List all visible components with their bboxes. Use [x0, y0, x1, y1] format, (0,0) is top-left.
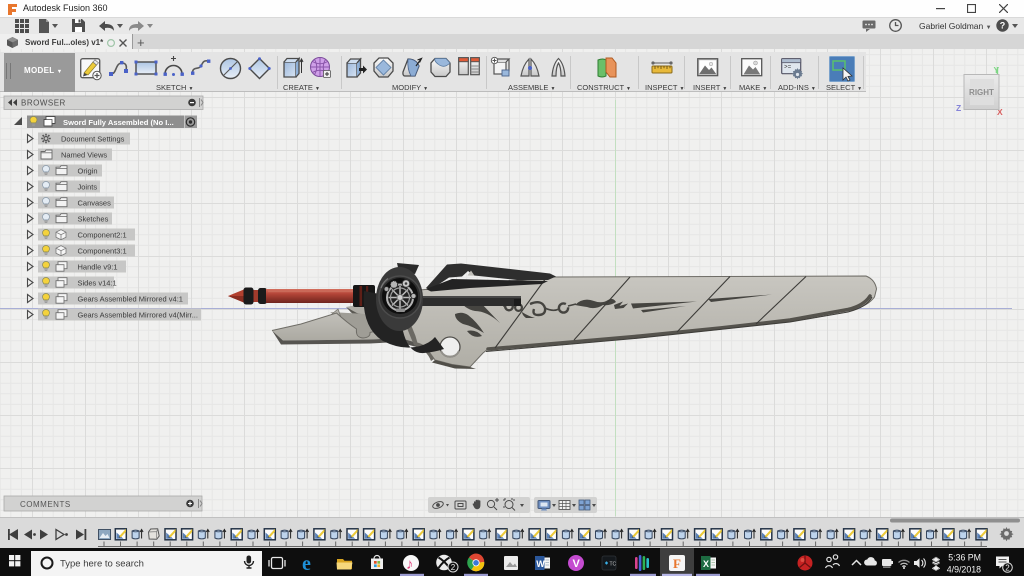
svg-text:5:36 PM: 5:36 PM — [948, 553, 981, 563]
svg-text:BROWSER: BROWSER — [21, 99, 66, 108]
svg-text:2: 2 — [451, 563, 456, 572]
svg-text:Joints: Joints — [78, 183, 98, 192]
svg-text:Handle v9:1: Handle v9:1 — [78, 263, 118, 272]
svg-text:Sides v14:1: Sides v14:1 — [78, 279, 117, 288]
svg-text:Document Settings: Document Settings — [61, 135, 125, 144]
svg-text:Type here to search: Type here to search — [60, 559, 144, 570]
svg-text:2: 2 — [1005, 564, 1010, 573]
svg-text:TC: TC — [610, 562, 617, 568]
svg-text:e: e — [302, 553, 311, 575]
svg-text:Gears Assembled Mirrored v4:1: Gears Assembled Mirrored v4:1 — [78, 295, 183, 304]
svg-text:Component2:1: Component2:1 — [78, 231, 127, 240]
svg-text:Origin: Origin — [78, 167, 98, 176]
svg-text:Sketches: Sketches — [78, 215, 109, 224]
svg-text:?: ? — [1000, 21, 1006, 31]
svg-text:X: X — [703, 559, 709, 569]
svg-text:Component3:1: Component3:1 — [78, 247, 127, 256]
svg-text:Y: Y — [994, 65, 1000, 75]
svg-text:V: V — [573, 558, 581, 570]
svg-text:>=: >= — [784, 64, 792, 71]
svg-text:F: F — [673, 556, 681, 571]
svg-text:RIGHT: RIGHT — [969, 88, 994, 97]
svg-text:W: W — [536, 559, 545, 569]
svg-text:4/9/2018: 4/9/2018 — [947, 565, 981, 575]
svg-text:Z: Z — [956, 103, 961, 113]
svg-text:Canvases: Canvases — [78, 199, 112, 208]
svg-text:Sword Fully Assembled (No I...: Sword Fully Assembled (No I... — [63, 118, 174, 127]
svg-text:Gears Assembled Mirrored v4(Mi: Gears Assembled Mirrored v4(Mirr... — [78, 311, 198, 320]
svg-text:♪: ♪ — [406, 556, 414, 573]
svg-text:COMMENTS: COMMENTS — [20, 500, 71, 509]
svg-text:Named Views: Named Views — [61, 151, 107, 160]
